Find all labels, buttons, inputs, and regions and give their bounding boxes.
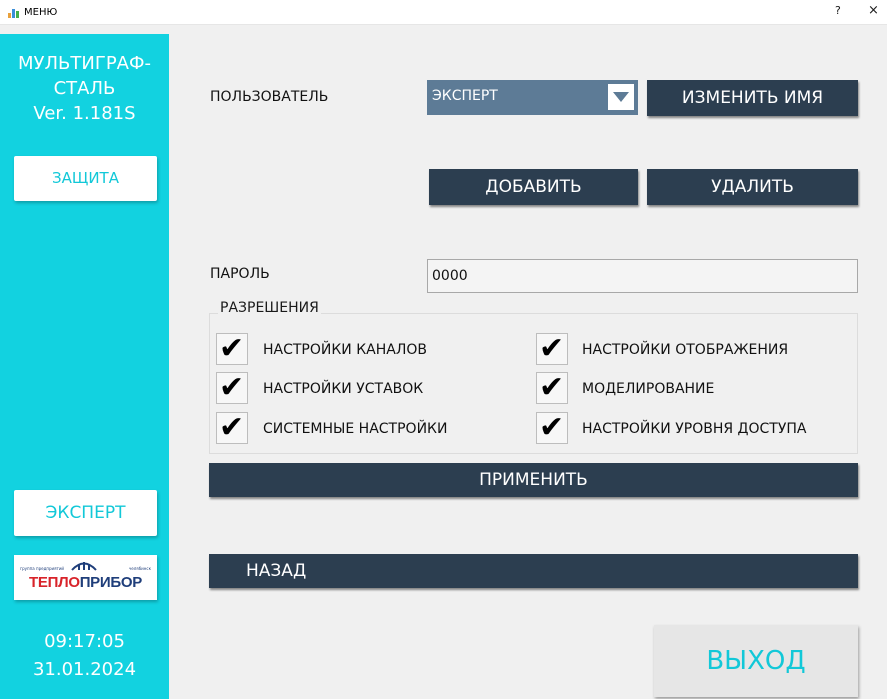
perm-channels-label: НАСТРОЙКИ КАНАЛОВ xyxy=(263,342,428,358)
current-user-button[interactable]: ЭКСПЕРТ xyxy=(14,490,157,536)
clock-date: 31.01.2024 xyxy=(32,659,137,680)
exit-button[interactable]: ВЫХОД xyxy=(654,625,858,697)
perm-access-level-label: НАСТРОЙКИ УРОВНЯ ДОСТУПА xyxy=(582,421,807,437)
perm-system-label: СИСТЕМНЫЕ НАСТРОЙКИ xyxy=(263,421,448,437)
rename-button[interactable]: ИЗМЕНИТЬ ИМЯ xyxy=(647,80,858,116)
back-button[interactable]: НАЗАД xyxy=(209,554,858,588)
window-title: МЕНЮ xyxy=(24,6,58,18)
logo-wordmark-part2: ПРИБОР xyxy=(79,574,143,591)
company-logo: группа предприятий челябинск ТЕПЛОПРИБОР xyxy=(14,555,157,600)
chart-icon xyxy=(8,7,20,18)
checkmark-icon: ✔ xyxy=(219,331,245,366)
checkmark-icon: ✔ xyxy=(539,410,565,445)
perm-access-level-checkbox[interactable]: ✔ xyxy=(536,410,568,445)
window-titlebar: МЕНЮ ? × xyxy=(0,0,887,25)
user-select[interactable]: ЭКСПЕРТ xyxy=(427,80,638,115)
perm-display-label: НАСТРОЙКИ ОТОБРАЖЕНИЯ xyxy=(582,342,789,358)
logo-caption-right: челябинск xyxy=(128,566,151,571)
checkmark-icon: ✔ xyxy=(539,370,565,405)
logo-wordmark: ТЕПЛОПРИБОР xyxy=(14,574,157,591)
user-select-value: ЭКСПЕРТ xyxy=(432,88,498,104)
app-brand: МУЛЬТИГРАФ- СТАЛЬ Ver. 1.181S xyxy=(0,34,169,126)
help-button[interactable]: ? xyxy=(835,4,841,17)
perm-system-checkbox[interactable]: ✔ xyxy=(216,410,248,445)
perm-display-checkbox[interactable]: ✔ xyxy=(536,331,568,366)
clock: 09:17:05 31.01.2024 xyxy=(0,628,169,684)
perm-setpoints-label: НАСТРОЙКИ УСТАВОК xyxy=(263,381,424,397)
perm-modeling-label: МОДЕЛИРОВАНИЕ xyxy=(582,381,715,397)
checkmark-icon: ✔ xyxy=(219,410,245,445)
logo-emblem-icon xyxy=(71,562,97,571)
dropdown-arrow-icon[interactable] xyxy=(608,84,634,110)
apply-button[interactable]: ПРИМЕНИТЬ xyxy=(209,463,858,497)
close-button[interactable]: × xyxy=(868,3,879,18)
protect-button[interactable]: ЗАЩИТА xyxy=(14,156,157,201)
checkmark-icon: ✔ xyxy=(539,331,565,366)
password-label: ПАРОЛЬ xyxy=(210,266,270,282)
brand-name-line1: МУЛЬТИГРАФ- xyxy=(18,53,151,74)
add-user-button[interactable]: ДОБАВИТЬ xyxy=(429,169,638,205)
brand-name-line2: СТАЛЬ xyxy=(53,78,116,99)
perm-channels-checkbox[interactable]: ✔ xyxy=(216,331,248,366)
logo-wordmark-part1: ТЕПЛО xyxy=(29,574,80,591)
clock-time: 09:17:05 xyxy=(44,631,125,652)
app-version: Ver. 1.181S xyxy=(33,103,136,124)
perm-setpoints-checkbox[interactable]: ✔ xyxy=(216,370,248,405)
user-label: ПОЛЬЗОВАТЕЛЬ xyxy=(210,89,329,105)
perm-modeling-checkbox[interactable]: ✔ xyxy=(536,370,568,405)
password-input[interactable]: 0000 xyxy=(427,259,858,293)
checkmark-icon: ✔ xyxy=(219,370,245,405)
permissions-title: РАЗРЕШЕНИЯ xyxy=(218,300,321,316)
logo-caption-left: группа предприятий xyxy=(20,566,65,571)
delete-user-button[interactable]: УДАЛИТЬ xyxy=(647,169,858,205)
